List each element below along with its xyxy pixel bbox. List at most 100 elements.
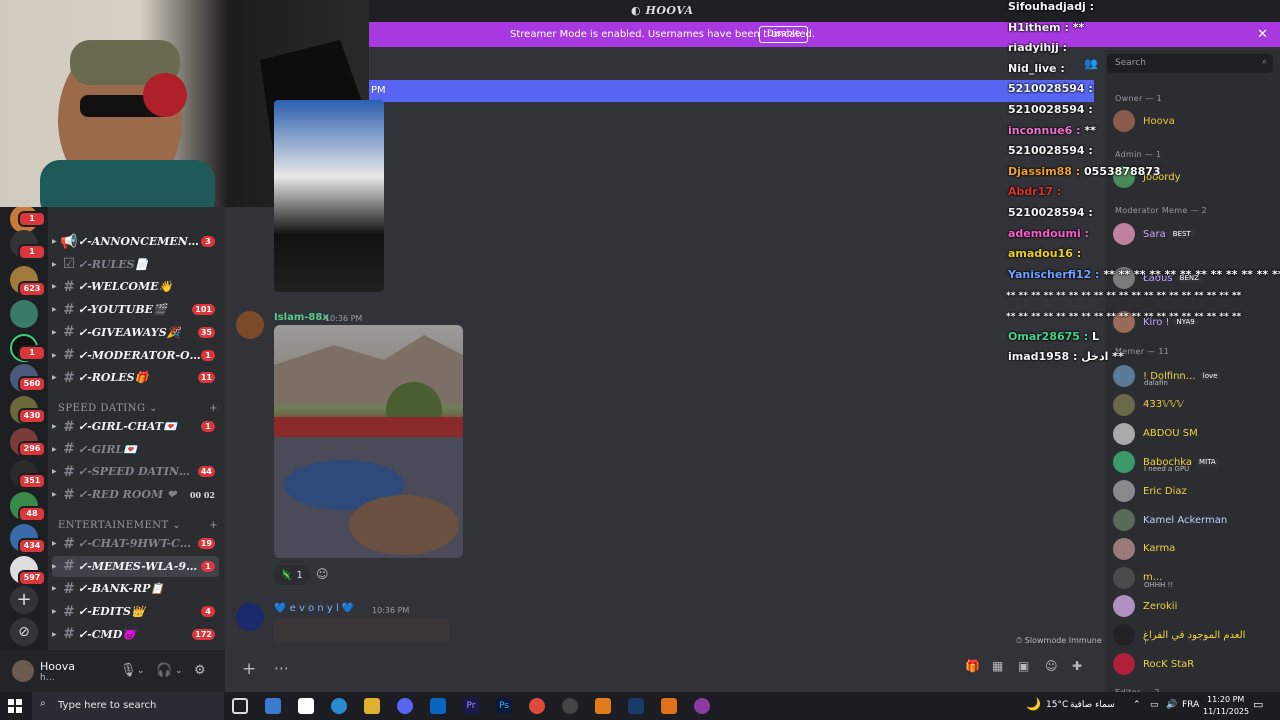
channel-item[interactable]: ▶ # ✓-EDITS👑 4 bbox=[52, 601, 219, 622]
voice-count: 00 02 bbox=[189, 489, 215, 500]
unread-badge: 1 bbox=[18, 244, 46, 260]
network-icon[interactable]: ▭ bbox=[1150, 700, 1159, 710]
taskbar-search[interactable]: ⌕ Type here to search bbox=[32, 692, 224, 720]
caret-icon: ▶ bbox=[52, 468, 57, 476]
member-item[interactable]: m... OHHH !! bbox=[1113, 564, 1173, 592]
weather-icon[interactable]: 🌙 bbox=[1026, 697, 1041, 711]
edge-icon[interactable] bbox=[331, 698, 347, 714]
chat-line: inconnue6 : ** bbox=[1008, 124, 1096, 137]
steam-icon[interactable] bbox=[628, 698, 644, 714]
channel-item[interactable]: ▶ # ✓-CMD😈 172 bbox=[52, 624, 219, 645]
server-icon[interactable] bbox=[10, 300, 38, 328]
photoshop-icon[interactable]: Ps bbox=[496, 698, 512, 714]
chat-user: Nid_live : bbox=[1008, 61, 1065, 75]
member-item[interactable]: العدم الموجود في الفراغ! bbox=[1113, 621, 1245, 649]
emoji-icon[interactable]: ☺ bbox=[1045, 659, 1058, 673]
member-item[interactable]: RocK StaR bbox=[1113, 650, 1194, 678]
avatar[interactable] bbox=[236, 311, 264, 339]
caret-icon: ▶ bbox=[52, 260, 57, 268]
category-header[interactable]: SPEED DATING ⌄ + bbox=[58, 403, 218, 414]
channel-label: ✓-GIVEAWAYS🎉 bbox=[78, 325, 181, 339]
app-icon[interactable] bbox=[661, 698, 677, 714]
add-channel-icon[interactable]: + bbox=[209, 520, 218, 531]
category-header[interactable]: ENTERTAINEMENT ⌄ + bbox=[58, 520, 218, 531]
channel-item[interactable]: ▶ # ✓-RED ROOM ❤ 00 02 bbox=[52, 484, 219, 505]
channel-item[interactable]: ▶ # ✓-ROLES🎁 11 bbox=[52, 367, 219, 388]
avatar bbox=[1113, 422, 1135, 445]
channel-item[interactable]: ▶ # ✓-MEMES-WLA-9W… 1 bbox=[52, 555, 219, 577]
channel-item[interactable]: ▶ # ✓-GIRL💌 bbox=[52, 439, 219, 460]
add-server-icon[interactable]: + bbox=[10, 586, 38, 614]
message-image[interactable] bbox=[274, 100, 384, 292]
obs-icon[interactable] bbox=[562, 698, 578, 714]
message-composer[interactable]: + ⋯ 🎁 ▦ ▣ ☺ ✚ bbox=[232, 656, 1094, 684]
channel-item[interactable]: ▶ # ✓-GIVEAWAYS🎉 35 bbox=[52, 322, 219, 343]
chrome-icon[interactable] bbox=[529, 698, 545, 714]
volume-icon[interactable]: 🔊 bbox=[1166, 700, 1177, 710]
folder-icon[interactable] bbox=[364, 698, 380, 714]
channel-item[interactable]: ▶ # ✓-CHAT-9HWT-CH… 19 bbox=[52, 533, 219, 554]
clock-date[interactable]: 11/11/2025 bbox=[1203, 707, 1249, 716]
chat-line: 5210028594 : bbox=[1008, 206, 1093, 219]
task-view-icon[interactable] bbox=[232, 698, 248, 714]
channel-item[interactable]: ▶ # ✓-WELCOME👋 bbox=[52, 276, 219, 297]
message-image[interactable] bbox=[274, 325, 463, 558]
discover-icon[interactable]: ⊘ bbox=[10, 618, 38, 646]
avatar bbox=[1113, 393, 1135, 416]
channel-item[interactable]: ▶ # ✓-SPEED DATING💍 44 bbox=[52, 461, 219, 482]
message-image[interactable] bbox=[274, 618, 449, 642]
sticker-icon[interactable]: ▣ bbox=[1018, 659, 1029, 673]
weather-text[interactable]: سماء صافية bbox=[1070, 700, 1115, 710]
language-indicator[interactable]: FRA bbox=[1182, 700, 1199, 710]
caret-icon: ▶ bbox=[52, 283, 57, 291]
channel-item[interactable]: ▶ # ✓-GIRL-CHAT💌 1 bbox=[52, 416, 219, 437]
chevron-up-icon[interactable]: ⌃ bbox=[1133, 700, 1141, 710]
hash-icon: # bbox=[63, 347, 75, 363]
member-item[interactable]: Kamel Ackerman bbox=[1113, 506, 1227, 534]
gif-icon[interactable]: ▦ bbox=[992, 659, 1003, 673]
chat-line: Djassim88 : 0553878873 bbox=[1008, 165, 1161, 178]
reaction-button[interactable]: 🦎 1 bbox=[274, 565, 309, 585]
add-reaction-icon[interactable]: ☺ bbox=[316, 567, 329, 581]
notification-icon[interactable]: ▭ bbox=[1253, 698, 1263, 711]
message-author[interactable]: 💙 e v o n y l 💙 bbox=[274, 603, 354, 614]
chevron-down-icon[interactable]: ⌄ bbox=[175, 666, 183, 676]
notepad-icon[interactable] bbox=[298, 698, 314, 714]
channel-item[interactable]: ▶ # ✓-MODERATOR-ON… 1 bbox=[52, 345, 219, 366]
avatar[interactable] bbox=[236, 603, 264, 631]
premiere-icon[interactable]: Pr bbox=[463, 698, 479, 714]
channel-item[interactable]: ▶ ☑ ✓-RULES📄 bbox=[52, 254, 219, 275]
channel-item[interactable]: ▶ # ✓-YOUTUBE🎬 101 bbox=[52, 299, 219, 320]
clock-time[interactable]: 11:20 PM bbox=[1207, 695, 1244, 704]
channel-item[interactable]: ▶📢✓-ANNONCEMENTS…3 bbox=[52, 231, 219, 252]
channel-item[interactable]: ▶ # ✓-BANK-RP📋 bbox=[52, 578, 219, 599]
add-channel-icon[interactable]: + bbox=[209, 403, 218, 414]
windows-start-icon[interactable] bbox=[8, 699, 22, 713]
gift-icon[interactable]: 🎁 bbox=[965, 659, 980, 673]
new-messages-bar[interactable]: PM bbox=[369, 80, 1094, 102]
member-item[interactable]: Karma bbox=[1113, 535, 1175, 563]
discord-icon[interactable] bbox=[397, 698, 413, 714]
member-item[interactable]: Babochka MITA I need a GPU bbox=[1113, 448, 1219, 476]
app-icon[interactable] bbox=[694, 698, 710, 714]
member-item[interactable]: Eric Diaz bbox=[1113, 477, 1187, 505]
microphone-icon[interactable]: 🎙 bbox=[120, 663, 137, 678]
weather-temp[interactable]: 15°C bbox=[1046, 700, 1068, 710]
chevron-down-icon[interactable]: ⌄ bbox=[137, 666, 145, 676]
member-item[interactable]: 433𝕍𝕍𝕍 bbox=[1113, 391, 1184, 419]
gear-icon[interactable]: ⚙ bbox=[194, 663, 206, 678]
apps-icon[interactable]: ⋯ bbox=[274, 659, 289, 677]
avatar[interactable] bbox=[12, 660, 34, 682]
chat-user: H1ithem : bbox=[1008, 20, 1069, 34]
app-icon[interactable] bbox=[595, 698, 611, 714]
outlook-icon[interactable] bbox=[430, 698, 446, 714]
disable-button[interactable]: Disable bbox=[759, 26, 809, 43]
member-item[interactable]: ABDOU SM bbox=[1113, 420, 1198, 448]
app-launcher-icon[interactable]: ✚ bbox=[1072, 659, 1082, 673]
message-author[interactable]: Islam-88x bbox=[274, 312, 329, 323]
headphones-icon[interactable]: 🎧 bbox=[156, 663, 172, 678]
add-attachment-icon[interactable]: + bbox=[242, 659, 256, 679]
member-item[interactable]: Zerokii bbox=[1113, 592, 1177, 620]
store-icon[interactable] bbox=[265, 698, 281, 714]
chat-line: ** ** ** ** ** ** ** ** ** ** ** ** ** *… bbox=[1006, 309, 1241, 322]
